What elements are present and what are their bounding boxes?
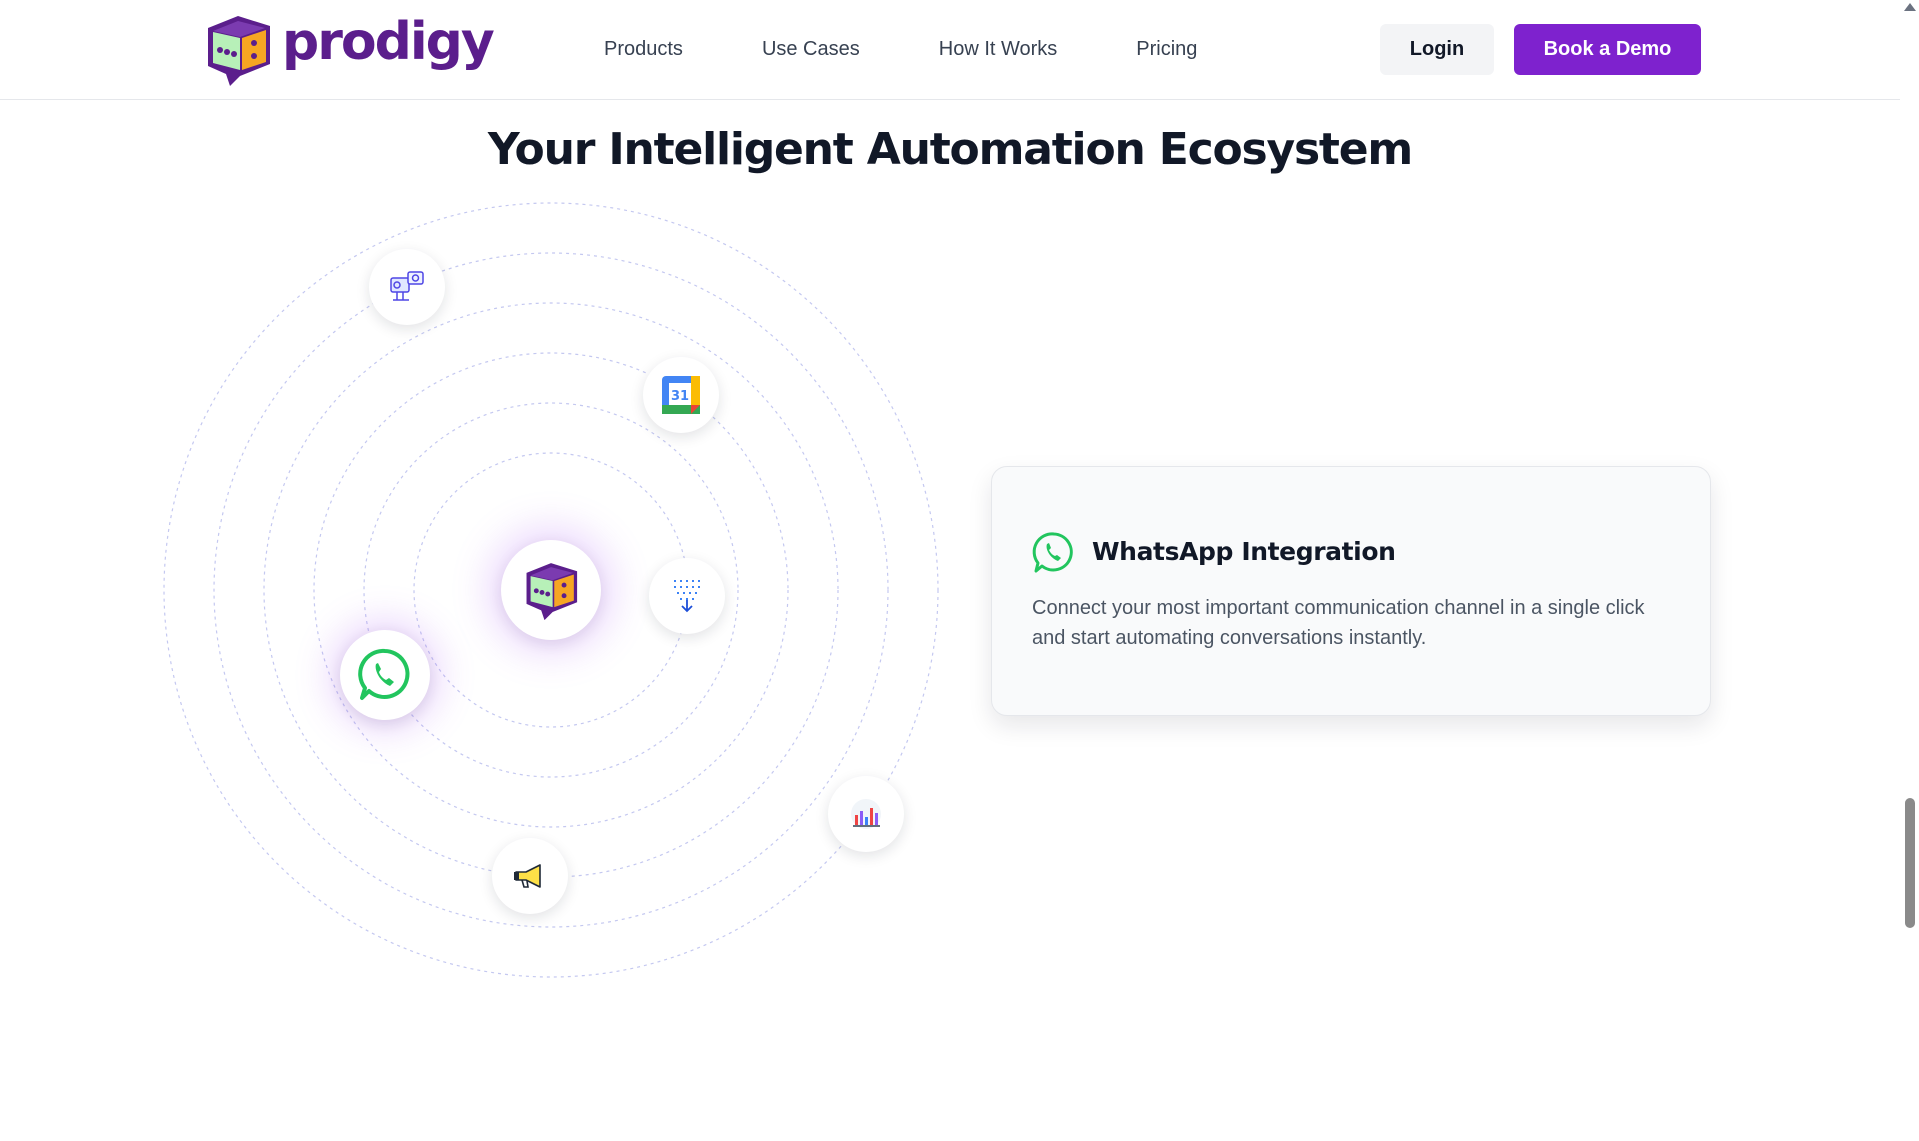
whatsapp-icon (358, 648, 410, 700)
scroll-up-arrow-icon[interactable] (1904, 3, 1916, 11)
analytics-chart-icon (851, 799, 881, 829)
card-title: WhatsApp Integration (1092, 537, 1396, 566)
orbit-node-data-funnel[interactable] (649, 558, 725, 634)
whatsapp-icon (1032, 532, 1073, 573)
orbit-node-support[interactable] (369, 249, 445, 325)
nav-products[interactable]: Products (604, 38, 683, 61)
main-nav: Products Use Cases How It Works Pricing (604, 38, 1197, 61)
orbit-center-node[interactable] (501, 540, 601, 640)
card-description: Connect your most important communicatio… (1032, 597, 1645, 649)
site-header: prodigy Products Use Cases How It Works … (0, 0, 1900, 100)
page-scrollbar[interactable] (1900, 0, 1919, 1141)
login-button[interactable]: Login (1380, 24, 1494, 75)
orbit-node-whatsapp[interactable] (340, 630, 430, 720)
brand-name: prodigy (282, 12, 495, 72)
scroll-thumb[interactable] (1905, 798, 1915, 928)
data-funnel-icon (674, 580, 700, 613)
brand-logo[interactable]: prodigy (200, 10, 495, 88)
book-demo-button[interactable]: Book a Demo (1514, 24, 1701, 75)
page: prodigy Products Use Cases How It Works … (0, 0, 1919, 1141)
megaphone-icon (514, 864, 541, 888)
chat-dice-logo-icon (208, 16, 270, 86)
section-title: Your Intelligent Automation Ecosystem (487, 124, 1413, 175)
orbit-node-megaphone[interactable] (492, 838, 568, 914)
orbit-node-analytics[interactable] (828, 776, 904, 852)
integration-card: WhatsApp Integration Connect your most i… (991, 466, 1711, 716)
nav-use-cases[interactable]: Use Cases (762, 38, 860, 61)
google-calendar-icon: 31 (662, 376, 700, 414)
nav-pricing[interactable]: Pricing (1136, 38, 1197, 61)
calendar-day: 31 (671, 389, 689, 404)
prodigy-logo-icon (526, 563, 578, 621)
support-agent-icon (390, 271, 424, 301)
orbit-node-calendar[interactable]: 31 (643, 357, 719, 433)
nav-how-it-works[interactable]: How It Works (939, 38, 1058, 61)
